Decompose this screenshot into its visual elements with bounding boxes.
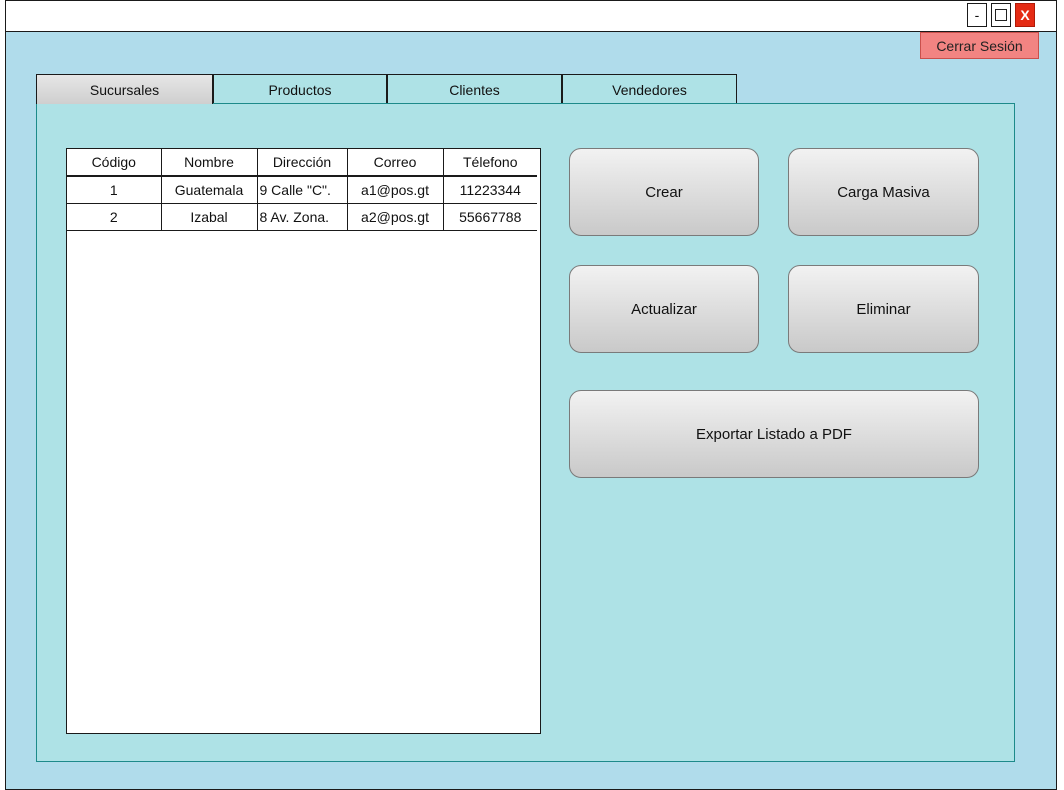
close-button[interactable]: X	[1015, 3, 1035, 27]
table-cell: a1@pos.gt	[346, 175, 444, 204]
export-pdf-button[interactable]: Exportar Listado a PDF	[569, 390, 979, 478]
column-header-nombre[interactable]: Nombre	[160, 149, 258, 177]
table-cell: 8 Av. Zona.	[256, 202, 348, 231]
delete-button[interactable]: Eliminar	[788, 265, 979, 353]
data-grid: Código Nombre Dirección Correo Télefono …	[67, 149, 537, 231]
table-cell: Guatemala	[160, 175, 258, 204]
table-cell: 11223344	[442, 175, 537, 204]
update-button[interactable]: Actualizar	[569, 265, 759, 353]
column-header-correo[interactable]: Correo	[346, 149, 444, 177]
column-header-direccion[interactable]: Dirección	[256, 149, 348, 177]
maximize-icon	[995, 9, 1007, 21]
create-button[interactable]: Crear	[569, 148, 759, 236]
branches-table[interactable]: Código Nombre Dirección Correo Télefono …	[66, 148, 541, 734]
table-cell: 9 Calle "C".	[256, 175, 348, 204]
table-cell: 55667788	[442, 202, 537, 231]
table-cell: Izabal	[160, 202, 258, 231]
table-header-row: Código Nombre Dirección Correo Télefono	[67, 149, 537, 177]
minimize-button[interactable]: -	[967, 3, 987, 27]
bulk-load-button[interactable]: Carga Masiva	[788, 148, 979, 236]
logout-button[interactable]: Cerrar Sesión	[920, 32, 1039, 59]
tab-productos[interactable]: Productos	[213, 74, 387, 104]
tab-clientes[interactable]: Clientes	[387, 74, 562, 104]
tab-sucursales[interactable]: Sucursales	[36, 74, 213, 104]
tab-vendedores[interactable]: Vendedores	[562, 74, 737, 104]
table-cell: 2	[67, 202, 162, 231]
table-cell: a2@pos.gt	[346, 202, 444, 231]
title-bar: - X	[6, 1, 1056, 32]
table-row[interactable]: 1 Guatemala 9 Calle "C". a1@pos.gt 11223…	[67, 175, 537, 204]
column-header-telefono[interactable]: Télefono	[442, 149, 537, 177]
table-cell: 1	[67, 175, 162, 204]
column-header-codigo[interactable]: Código	[67, 149, 162, 177]
maximize-button[interactable]	[991, 3, 1011, 27]
minimize-icon: -	[974, 7, 980, 23]
table-row[interactable]: 2 Izabal 8 Av. Zona. a2@pos.gt 55667788	[67, 202, 537, 231]
close-icon: X	[1020, 7, 1030, 23]
